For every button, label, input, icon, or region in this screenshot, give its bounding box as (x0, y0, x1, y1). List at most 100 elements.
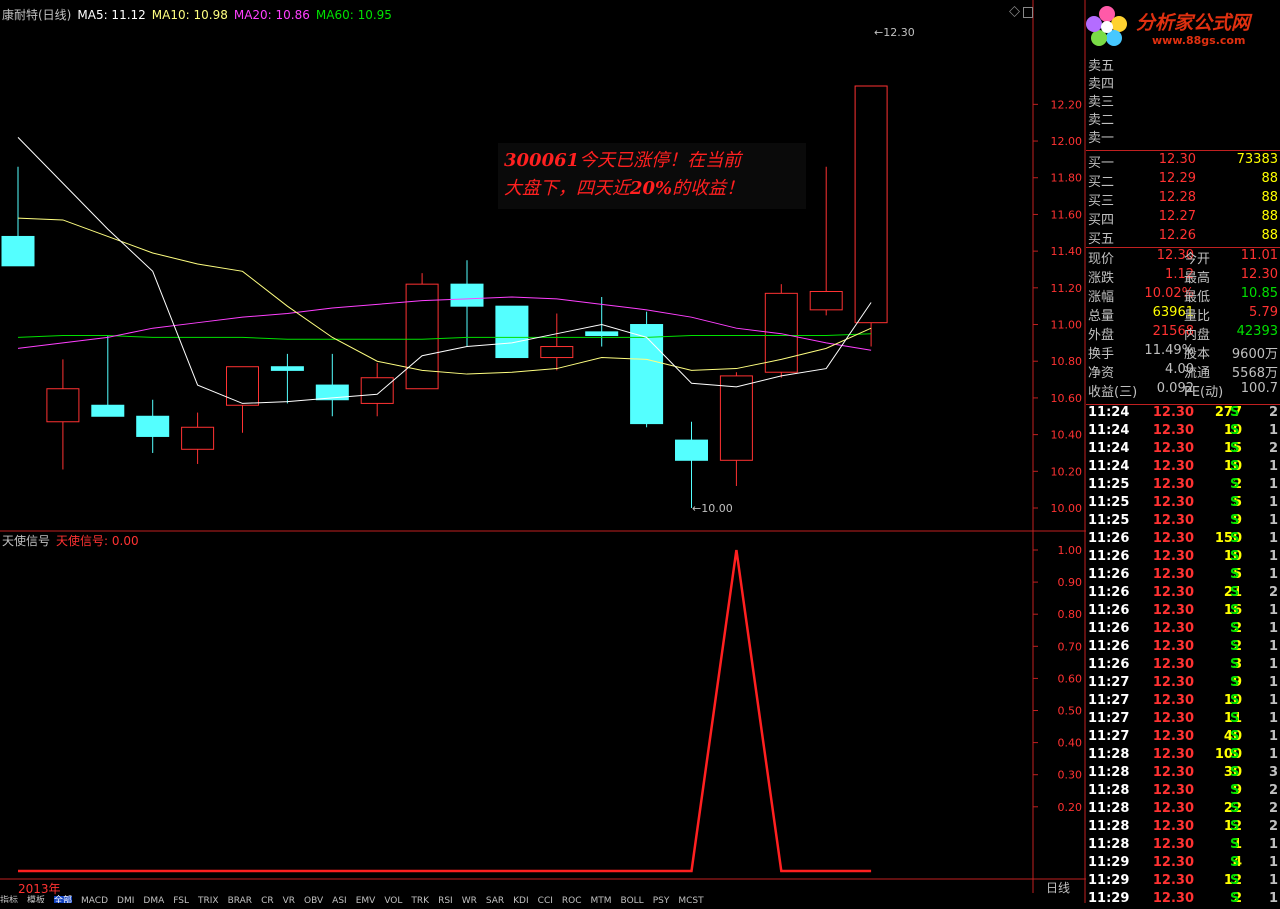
tick-price: 12.30 (1152, 531, 1194, 546)
indicator-tab[interactable]: ASI (332, 896, 347, 903)
tick-time: 11:24 (1088, 423, 1130, 438)
sub-y-tick-label: 0.60 (1058, 672, 1083, 685)
indicator-tab[interactable]: CCI (538, 896, 553, 903)
stat-label: 涨幅 (1088, 290, 1115, 305)
indicator-tab[interactable]: MACD (81, 896, 108, 903)
tick-count: 1 (1268, 477, 1278, 492)
down-candle (495, 305, 529, 359)
tick-price: 12.30 (1152, 549, 1194, 564)
tick-side: S (1230, 693, 1240, 708)
tick-count: 3 (1268, 765, 1278, 780)
y-tick-label: 11.40 (1051, 245, 1083, 258)
stat-value: 42393 (1236, 324, 1278, 339)
trade-tick-row: 11:28 12.30 30 S 3 (1086, 765, 1280, 783)
indicator-tab[interactable]: MTM (591, 896, 612, 903)
annotation-line-2: 大盘下，四天近20%的收益！ (504, 175, 806, 203)
tick-price: 12.30 (1152, 603, 1194, 618)
trade-tick-row: 11:24 12.30 277 S 2 (1086, 405, 1280, 423)
indicator-tab[interactable]: BRAR (228, 896, 252, 903)
trade-tick-row: 11:28 12.30 12 S 2 (1086, 819, 1280, 837)
indicator-tab[interactable]: 指标 (0, 896, 18, 903)
down-candle (270, 366, 304, 371)
sell-level-label: 卖三 (1088, 95, 1115, 110)
indicator-tab[interactable]: VR (283, 896, 295, 903)
indicator-tab[interactable]: BOLL (621, 896, 644, 903)
tick-price: 12.30 (1152, 891, 1194, 906)
tick-time: 11:26 (1088, 657, 1130, 672)
tick-time: 11:24 (1088, 459, 1130, 474)
indicator-tab[interactable]: TRK (411, 896, 429, 903)
tick-time: 11:25 (1088, 495, 1130, 510)
indicator-tab[interactable]: PSY (653, 896, 670, 903)
tick-count: 1 (1268, 621, 1278, 636)
buy-level-price: 12.28 (1158, 190, 1196, 205)
indicator-tab[interactable]: SAR (486, 896, 504, 903)
down-candle (450, 283, 484, 307)
stat-label: 总量 (1088, 309, 1115, 324)
tick-price: 12.30 (1152, 423, 1194, 438)
indicator-tab[interactable]: VOL (384, 896, 402, 903)
y-tick-label: 11.20 (1051, 282, 1083, 295)
tick-side: S (1230, 801, 1240, 816)
tick-side: S (1230, 585, 1240, 600)
high-price-marker: ←12.30 (874, 26, 915, 39)
indicator-tab[interactable]: WR (462, 896, 477, 903)
stat-label: 外盘 (1088, 328, 1115, 343)
buy-level-price: 12.29 (1158, 171, 1196, 186)
tick-price: 12.30 (1152, 459, 1194, 474)
stat-label: 最高 (1184, 271, 1211, 286)
tick-price: 12.30 (1152, 495, 1194, 510)
tick-count: 1 (1268, 567, 1278, 582)
tick-count: 1 (1268, 459, 1278, 474)
indicator-tab[interactable]: EMV (356, 896, 376, 903)
tick-count: 1 (1268, 657, 1278, 672)
tick-time: 11:26 (1088, 567, 1130, 582)
stat-label: 量比 (1184, 309, 1211, 324)
sub-y-tick-label: 0.30 (1058, 769, 1083, 782)
stat-value: 5568万 (1231, 366, 1278, 381)
indicator-tab[interactable]: DMI (117, 896, 134, 903)
indicator-tab[interactable]: CR (261, 896, 274, 903)
indicator-tab[interactable]: KDJ (513, 896, 529, 903)
sell-level-row: 卖五 (1086, 55, 1280, 74)
down-candle (630, 324, 664, 425)
indicator-tab[interactable]: RSI (438, 896, 453, 903)
sell-level-label: 卖四 (1088, 77, 1115, 92)
tick-count: 1 (1268, 549, 1278, 564)
chart-maximize-icon[interactable] (1023, 7, 1033, 18)
tick-count: 1 (1268, 729, 1278, 744)
tick-time: 11:26 (1088, 603, 1130, 618)
annotation-text-1: 今天已涨停！在当前 (579, 150, 742, 171)
low-price-marker: ←10.00 (692, 502, 733, 515)
sub-y-tick-label: 0.40 (1058, 737, 1083, 750)
kline-chart[interactable]: 12.20 12.00 11.80 11.60 11.40 11.20 11.00 10.80… (0, 0, 1086, 903)
trade-tick-row: 11:26 12.30 5 S 1 (1086, 567, 1280, 585)
tick-price: 12.30 (1152, 819, 1194, 834)
indicator-tab[interactable]: 全部 (54, 896, 73, 903)
indicator-tab[interactable]: OBV (304, 896, 323, 903)
buy-level-price: 12.27 (1158, 209, 1196, 224)
sub-y-tick-label: 0.20 (1058, 801, 1083, 814)
indicator-tab[interactable]: FSL (173, 896, 189, 903)
trade-tick-row: 11:24 12.30 15 S 2 (1086, 441, 1280, 459)
stat-row: 外盘 21568 内盘 42393 (1086, 324, 1280, 343)
tick-price: 12.30 (1152, 441, 1194, 456)
indicator-tab[interactable]: MCST (678, 896, 703, 903)
buy-level-row: 买二 12.29 88 (1086, 171, 1280, 190)
sub-y-tick-label: 1.00 (1058, 544, 1083, 557)
tick-count: 1 (1268, 855, 1278, 870)
tick-count: 1 (1268, 891, 1278, 906)
indicator-tab[interactable]: 模板 (27, 896, 45, 903)
stock-code: 300061 (504, 150, 580, 171)
indicator-tab[interactable]: DMA (143, 896, 164, 903)
indicator-tab[interactable]: TRIX (198, 896, 219, 903)
tick-side: S (1230, 765, 1240, 780)
tick-price: 12.30 (1152, 747, 1194, 762)
signal-line (18, 549, 872, 873)
tick-side: S (1230, 477, 1240, 492)
tick-time: 11:26 (1088, 549, 1130, 564)
indicator-tab[interactable]: ROC (562, 896, 582, 903)
down-candle (136, 415, 170, 437)
tick-side: S (1230, 729, 1240, 744)
stat-label: 净资 (1088, 366, 1115, 381)
